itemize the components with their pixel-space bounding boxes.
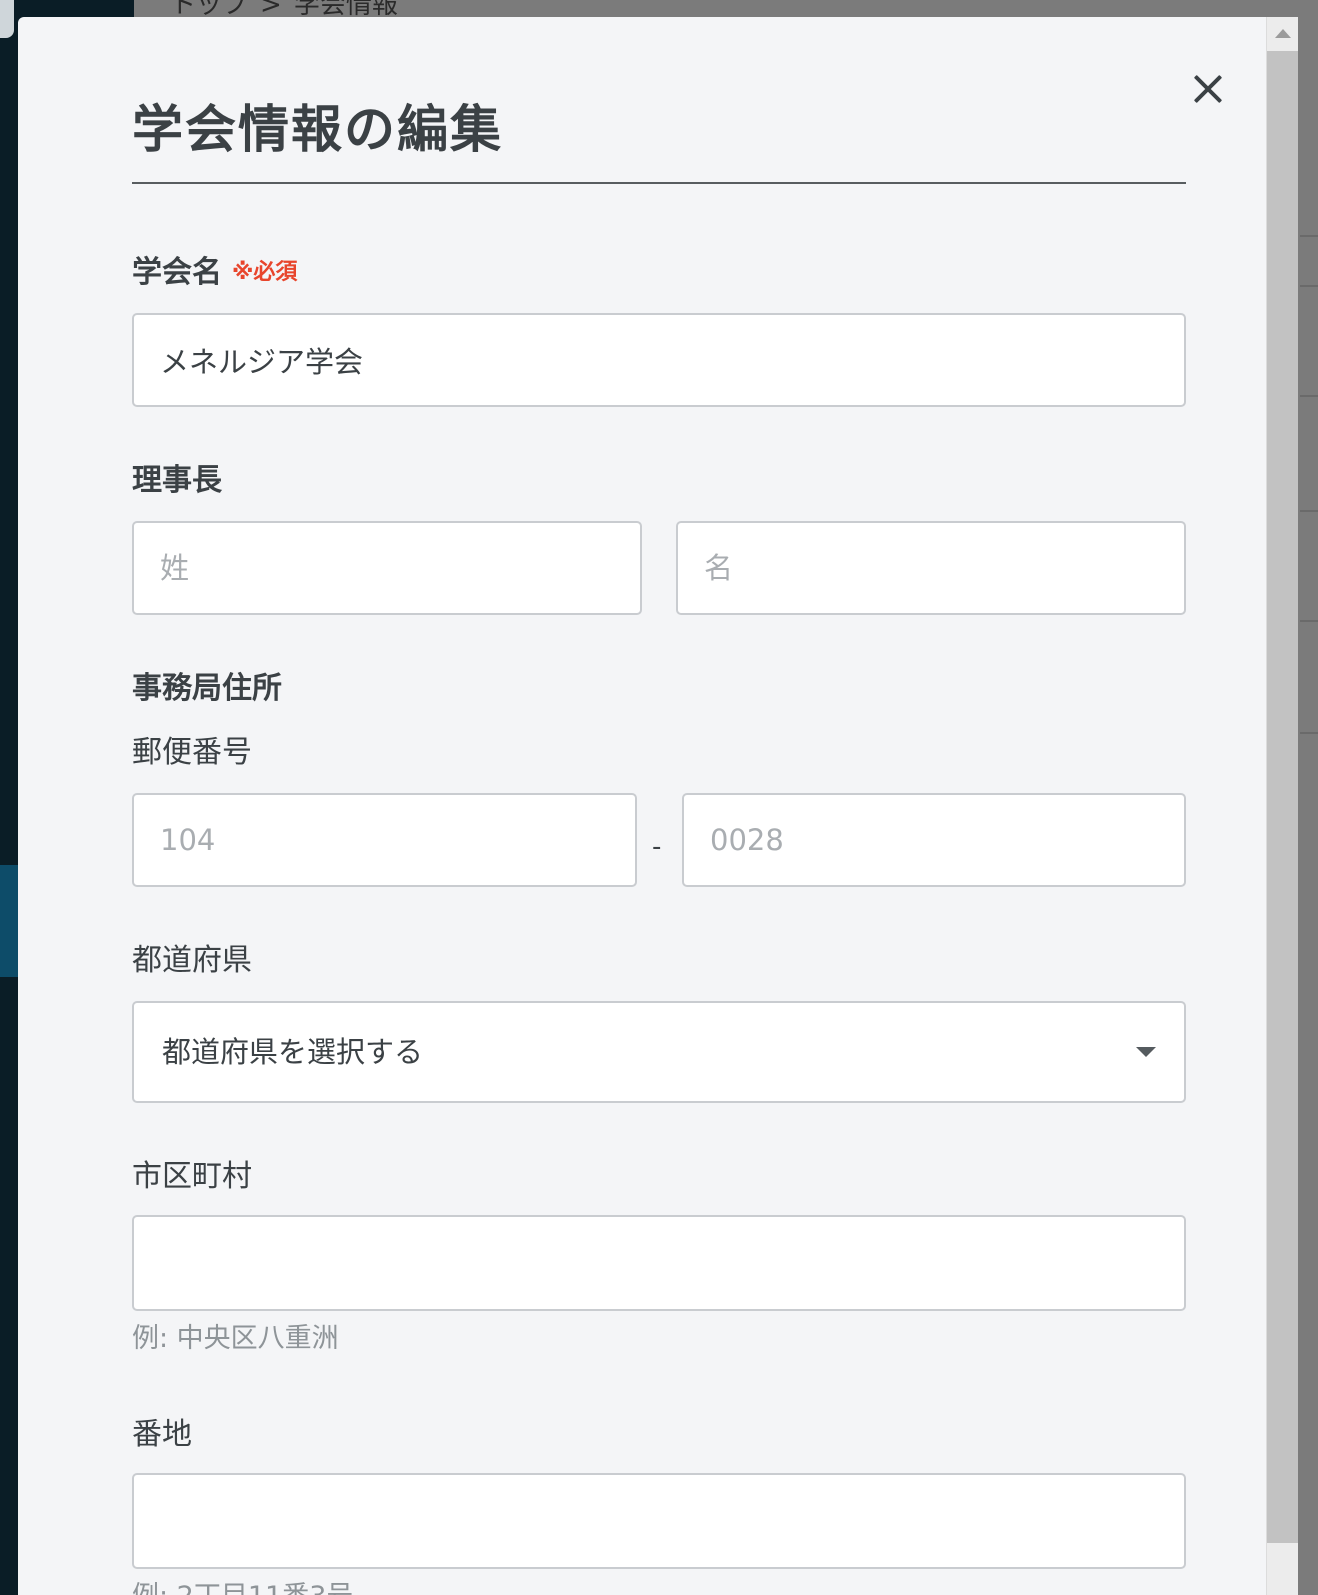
society-name-input[interactable] [132, 313, 1186, 407]
city-input[interactable] [132, 1215, 1186, 1311]
modal-scrollbar[interactable] [1266, 17, 1298, 1595]
chairman-first-name-input[interactable] [676, 521, 1186, 615]
prefecture-select-value: 都道府県を選択する [162, 1035, 424, 1069]
chairman-label: 理事長 [132, 463, 222, 498]
society-name-label-text: 学会名 [132, 255, 222, 290]
street-hint: 例: 2丁目11番3号 [132, 1579, 353, 1595]
postal-code-separator: - [652, 832, 662, 862]
city-label: 市区町村 [132, 1159, 252, 1194]
background-divider [1300, 395, 1318, 397]
prefecture-select[interactable]: 都道府県を選択する [132, 1001, 1186, 1103]
street-label: 番地 [132, 1417, 192, 1452]
postal-code-second-input[interactable] [682, 793, 1186, 887]
scrollbar-thumb[interactable] [1267, 51, 1298, 1543]
background-divider [1300, 510, 1318, 512]
background-divider [1300, 732, 1318, 734]
chevron-down-icon [1136, 1047, 1156, 1057]
close-icon[interactable] [1188, 69, 1228, 109]
required-badge: ※必須 [232, 260, 298, 285]
background-divider [1300, 235, 1318, 237]
background-divider [1300, 285, 1318, 287]
modal-title: 学会情報の編集 [132, 101, 504, 160]
prefecture-label: 都道府県 [132, 943, 252, 978]
city-hint: 例: 中央区八重洲 [132, 1323, 339, 1354]
edit-society-modal: 学会情報の編集 学会名 ※必須 理事長 事務局住所 郵便番号 - 都道府県 都道府… [18, 17, 1298, 1595]
postal-code-label: 郵便番号 [132, 735, 252, 770]
background-logo [0, 0, 14, 38]
postal-code-first-input[interactable] [132, 793, 637, 887]
scroll-up-arrow-icon[interactable] [1275, 29, 1291, 38]
chairman-last-name-input[interactable] [132, 521, 642, 615]
street-input[interactable] [132, 1473, 1186, 1569]
society-name-label: 学会名 ※必須 [132, 253, 297, 293]
title-divider [132, 182, 1186, 184]
office-address-label: 事務局住所 [132, 671, 282, 706]
background-divider [1300, 620, 1318, 622]
